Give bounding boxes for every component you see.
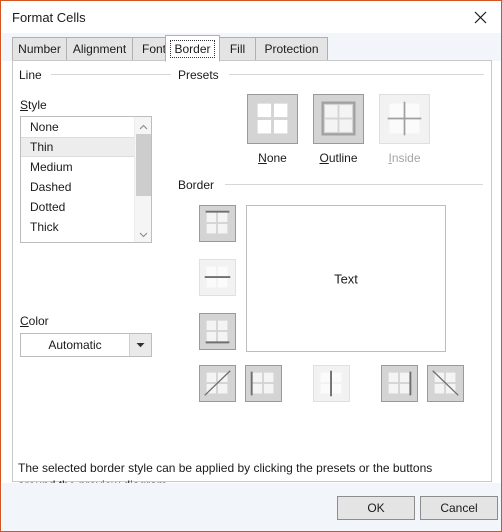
border-right-icon: [388, 371, 412, 396]
list-item[interactable]: Dashed: [21, 177, 134, 197]
border-right-button[interactable]: [381, 365, 418, 402]
presets-group-rule: [229, 74, 484, 75]
border-group-caption: Border: [178, 178, 220, 192]
line-group-caption: Line: [19, 68, 47, 82]
tab-fill[interactable]: Fill: [219, 37, 256, 61]
border-vertical-inside-icon: [320, 370, 342, 397]
tab-border[interactable]: Border: [165, 35, 220, 62]
border-tab-page: Line Style None Thin Medium Dashed Dotte…: [12, 60, 492, 482]
list-item[interactable]: Thick: [21, 217, 134, 237]
preset-inside-label: Inside: [388, 151, 421, 165]
cancel-button[interactable]: Cancel: [420, 496, 498, 520]
border-color-value: Automatic: [48, 338, 102, 352]
border-left-button[interactable]: [245, 365, 282, 402]
dialog-footer: OK Cancel: [2, 483, 501, 531]
preset-none-label: None: [258, 151, 287, 165]
border-horizontal-inside-icon: [204, 266, 231, 288]
border-group-rule: [225, 184, 483, 185]
border-diagonal-down-icon: [432, 370, 459, 396]
tab-number[interactable]: Number: [12, 37, 67, 61]
tab-strip: Number Alignment Font Border Fill Protec…: [2, 33, 501, 62]
line-group-rule: [51, 74, 171, 75]
preset-none-button[interactable]: [247, 94, 298, 144]
ok-button[interactable]: OK: [337, 496, 415, 520]
color-label: Color: [20, 314, 49, 328]
border-top-icon: [205, 210, 230, 234]
preset-outline-button[interactable]: [313, 94, 364, 144]
dialog-title: Format Cells: [12, 10, 86, 25]
chevron-up-icon: [139, 119, 148, 133]
border-diagonal-up-button[interactable]: [199, 365, 236, 402]
format-cells-dialog: Format Cells Number Alignment Font Borde…: [0, 0, 502, 532]
line-style-list: None Thin Medium Dashed Dotted Thick Dou…: [21, 117, 134, 242]
presets-group-caption: Presets: [178, 68, 224, 82]
border-inside-icon: [387, 101, 422, 136]
style-label: Style: [20, 98, 47, 112]
scrollbar-thumb[interactable]: [136, 134, 151, 196]
border-diagonal-down-button[interactable]: [427, 365, 464, 402]
border-bottom-button[interactable]: [199, 313, 236, 350]
border-horizontal-inside-button[interactable]: [199, 259, 236, 296]
border-vertical-inside-button[interactable]: [313, 365, 350, 402]
list-item[interactable]: Medium: [21, 157, 134, 177]
title-bar: Format Cells: [2, 2, 501, 33]
list-item[interactable]: Double: [21, 237, 134, 242]
list-item[interactable]: None: [21, 117, 134, 137]
border-preview[interactable]: Text: [246, 205, 446, 352]
chevron-down-icon[interactable]: [129, 334, 151, 356]
border-left-icon: [250, 371, 274, 396]
border-diagonal-up-icon: [204, 370, 231, 396]
border-none-icon: [257, 103, 288, 134]
close-button[interactable]: [458, 2, 501, 33]
border-color-combo[interactable]: Automatic: [20, 333, 152, 357]
tab-alignment[interactable]: Alignment: [66, 37, 133, 61]
list-item[interactable]: Dotted: [21, 197, 134, 217]
preset-outline-label: Outline: [319, 151, 358, 165]
close-icon: [474, 11, 487, 24]
scroll-up-button[interactable]: [135, 117, 151, 134]
border-outline-icon: [321, 101, 356, 136]
list-item[interactable]: Thin: [21, 137, 134, 157]
tab-protection[interactable]: Protection: [255, 37, 328, 61]
line-style-scrollbar[interactable]: [134, 117, 151, 242]
preset-inside-button[interactable]: [379, 94, 430, 144]
border-top-button[interactable]: [199, 205, 236, 242]
border-bottom-icon: [205, 320, 230, 344]
scroll-down-button[interactable]: [135, 225, 151, 242]
preview-text: Text: [334, 271, 358, 286]
line-style-listbox[interactable]: None Thin Medium Dashed Dotted Thick Dou…: [20, 116, 152, 243]
chevron-down-icon: [139, 227, 148, 241]
